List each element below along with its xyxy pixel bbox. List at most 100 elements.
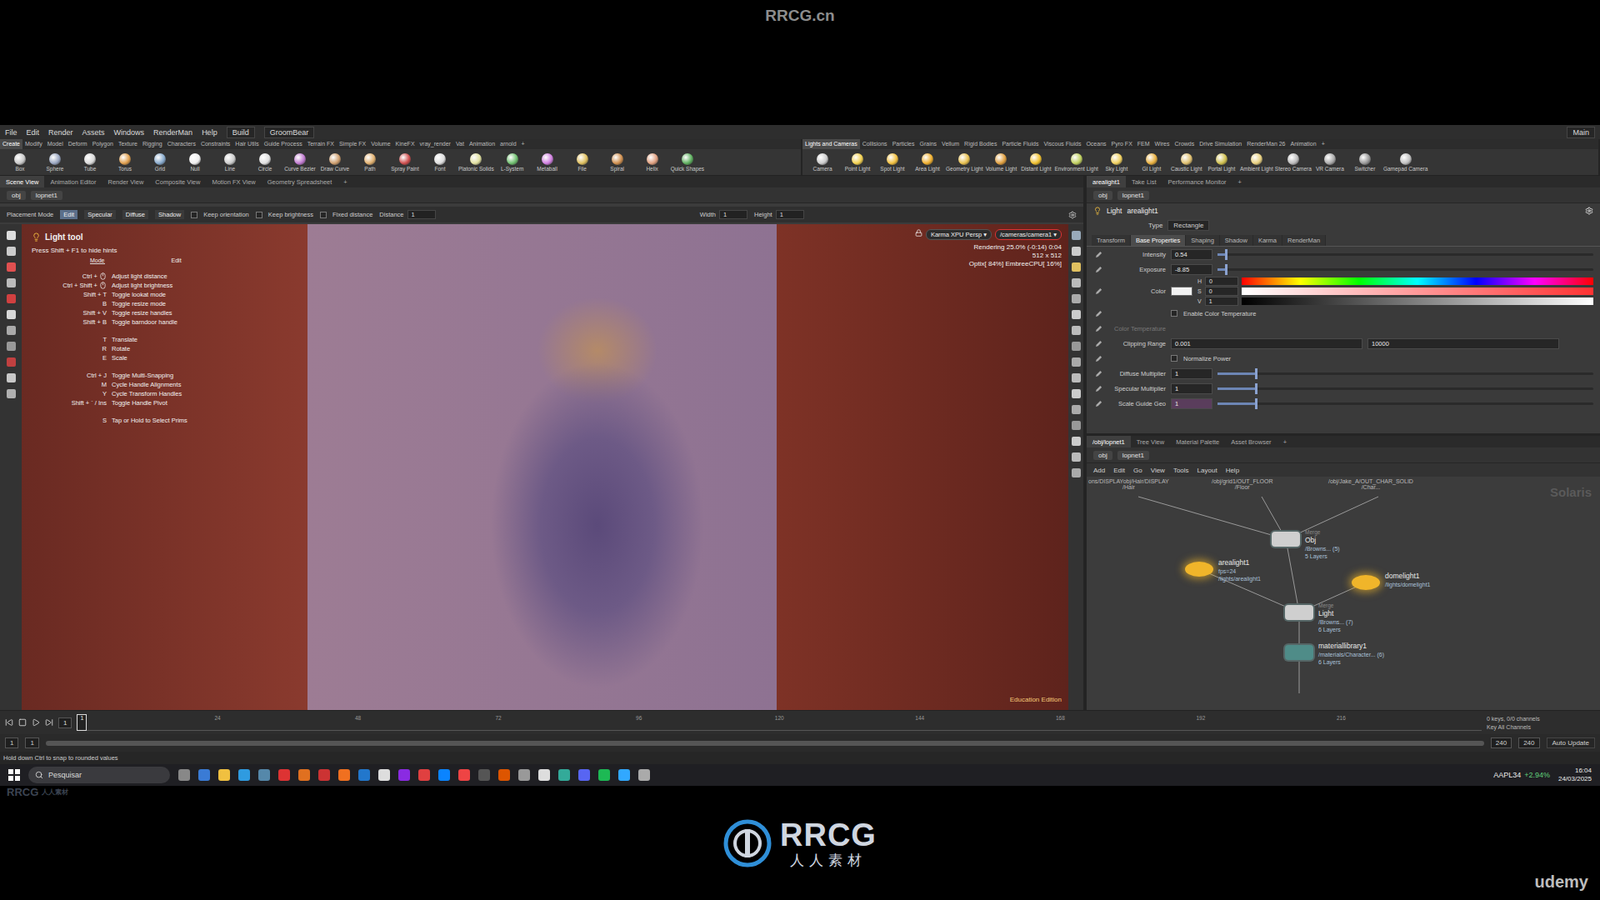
app-icon[interactable] xyxy=(318,769,330,781)
menu-item[interactable]: Help xyxy=(201,128,218,137)
camera-menu[interactable]: /cameras/camera1 ▾ xyxy=(995,229,1062,240)
node-fragment[interactable]: /obj/grid1/OUT_FLOOR/Floor xyxy=(1211,478,1274,490)
pane-tab[interactable]: Material Palette xyxy=(1170,435,1225,448)
material-node-icon[interactable] xyxy=(1285,645,1314,660)
shelf-tool[interactable]: Draw Curve xyxy=(318,153,352,172)
pencil-icon[interactable] xyxy=(1095,400,1103,408)
shelf-tool[interactable]: GI Light xyxy=(1135,153,1169,172)
checkbox[interactable] xyxy=(1170,355,1178,362)
shelf-tool[interactable]: Circle xyxy=(248,153,282,172)
viewport[interactable]: Light toolPress Shift + F1 to hide hints… xyxy=(21,224,1069,710)
shelf-tab[interactable]: Constraints xyxy=(198,139,233,150)
shelf-tab[interactable]: Particles xyxy=(890,139,918,150)
pane-tab[interactable]: /obj/lopnet1 xyxy=(1086,435,1131,448)
network-node[interactable]: arealight1fps=24/lights/arealight1 xyxy=(1185,558,1261,583)
merge-node-icon[interactable] xyxy=(1285,605,1314,620)
network-node[interactable]: MergeObj/Browns... (5)5 Layers xyxy=(1271,528,1340,560)
shelf-tab[interactable]: Vat xyxy=(453,139,467,150)
param-toggle[interactable]: Normalize Power xyxy=(1170,355,1231,363)
tool-icon[interactable] xyxy=(6,373,16,383)
mode-button[interactable]: Shadow xyxy=(155,210,185,220)
renderer-menu[interactable]: Karma XPU Persp ▾ xyxy=(925,229,992,240)
menu-item[interactable]: RenderMan xyxy=(153,128,193,137)
channel-bar[interactable] xyxy=(1241,287,1594,295)
param-tab[interactable]: Transform xyxy=(1091,235,1131,246)
pane-tab[interactable]: Motion FX View xyxy=(205,175,261,188)
display-icon[interactable] xyxy=(1071,310,1081,320)
menu-item[interactable]: Windows xyxy=(114,128,145,137)
desktop-select[interactable]: Build xyxy=(226,126,255,139)
gear-icon[interactable] xyxy=(1585,206,1594,215)
param-slider[interactable] xyxy=(1217,402,1594,405)
display-icon[interactable] xyxy=(1071,262,1081,272)
app-icon[interactable] xyxy=(198,769,210,781)
shelf-tool[interactable]: Quick Shapes xyxy=(670,153,705,172)
param-tab[interactable]: RenderMan xyxy=(1282,235,1326,246)
param-field[interactable]: -8.85 xyxy=(1170,264,1213,275)
path-crumb[interactable]: lopnet1 xyxy=(1117,190,1150,200)
windows-icon[interactable] xyxy=(8,769,20,781)
type-select[interactable]: Rectangle xyxy=(1167,220,1210,231)
param-slider[interactable] xyxy=(1217,372,1594,375)
app-icon[interactable] xyxy=(598,769,610,781)
shelf-tab[interactable]: Drive Simulation xyxy=(1196,139,1245,150)
display-icon[interactable] xyxy=(1071,452,1081,462)
shelf-tab[interactable]: Modify xyxy=(22,139,45,150)
display-icon[interactable] xyxy=(1071,436,1081,446)
shelf-tool[interactable]: Area Light xyxy=(910,153,945,172)
menu-item[interactable]: Help xyxy=(1225,466,1240,475)
shelf-tool[interactable]: Line xyxy=(213,153,247,172)
color-channel[interactable]: H0 xyxy=(1197,276,1594,286)
shelf-tool[interactable]: Sphere xyxy=(38,153,72,172)
tool-icon[interactable] xyxy=(6,341,16,351)
shelf-tab[interactable]: KineFX xyxy=(393,139,418,150)
param-field[interactable]: 1 xyxy=(1170,398,1213,410)
shelf-tab[interactable]: Oceans xyxy=(1083,139,1109,150)
menu-item[interactable]: Render xyxy=(48,128,74,137)
network-canvas[interactable]: ons/DISPLAYobj/Hair/DISPLAY/Hair/obj/gri… xyxy=(1086,476,1600,710)
menu-item[interactable]: Edit xyxy=(1113,466,1125,475)
auto-update[interactable]: Auto Update xyxy=(1546,737,1595,749)
shelf-tab[interactable]: Volume xyxy=(368,139,393,150)
pane-tab[interactable]: Animation Editor xyxy=(44,175,102,188)
app-icon[interactable] xyxy=(398,769,410,781)
shelf-tab[interactable]: Rigid Bodies xyxy=(961,139,1000,150)
shelf-tool[interactable]: Portal Light xyxy=(1205,153,1239,172)
shelf-tool[interactable]: Torus xyxy=(108,153,142,172)
display-icon[interactable] xyxy=(1071,389,1081,399)
pane-tab[interactable]: Scene View xyxy=(0,175,45,188)
param-field[interactable]: 10000 xyxy=(1367,338,1560,350)
shelf-tool[interactable]: Grid xyxy=(143,153,177,172)
network-node[interactable]: materiallibrary1/materials/Character... … xyxy=(1285,641,1385,666)
option-toggle[interactable]: Keep orientation xyxy=(190,210,250,219)
network-node[interactable]: MergeLight/Browns... (7)6 Layers xyxy=(1285,601,1354,634)
shelf-tool[interactable]: Volume Light xyxy=(984,153,1018,172)
menu-item[interactable]: Edit xyxy=(26,128,40,137)
param-slider[interactable] xyxy=(1217,387,1594,390)
shelf-tab[interactable]: Terrain FX xyxy=(305,139,337,150)
distance-field[interactable]: Distance1 xyxy=(379,210,435,220)
option-toggle[interactable]: Fixed distance xyxy=(320,210,373,219)
stop-icon[interactable] xyxy=(18,718,27,727)
shelf-tab[interactable]: Wires xyxy=(1152,139,1173,150)
param-field[interactable]: 1 xyxy=(1170,368,1213,380)
tool-icon[interactable] xyxy=(6,325,16,335)
app-icon[interactable] xyxy=(338,769,350,781)
menu-item[interactable]: Layout xyxy=(1197,466,1218,475)
shelf-tab[interactable]: Texture xyxy=(115,139,140,150)
app-icon[interactable] xyxy=(178,769,190,781)
shelf-tab[interactable]: Guide Process xyxy=(261,139,305,150)
channel-bar[interactable] xyxy=(1241,297,1594,305)
playhead[interactable]: 1 xyxy=(76,714,87,731)
shelf-tab[interactable]: Deform xyxy=(65,139,90,150)
app-icon[interactable] xyxy=(638,769,650,781)
shelf-tab[interactable]: arnold xyxy=(497,139,519,150)
app-icon[interactable] xyxy=(358,769,370,781)
lock-icon[interactable] xyxy=(915,229,923,237)
display-icon[interactable] xyxy=(1071,230,1081,240)
param-tab[interactable]: Shadow xyxy=(1220,235,1254,246)
path-crumb[interactable]: obj xyxy=(6,190,26,200)
color-swatch[interactable] xyxy=(1170,286,1193,296)
color-channel[interactable]: V1 xyxy=(1197,296,1594,306)
tool-icon[interactable] xyxy=(6,246,16,256)
